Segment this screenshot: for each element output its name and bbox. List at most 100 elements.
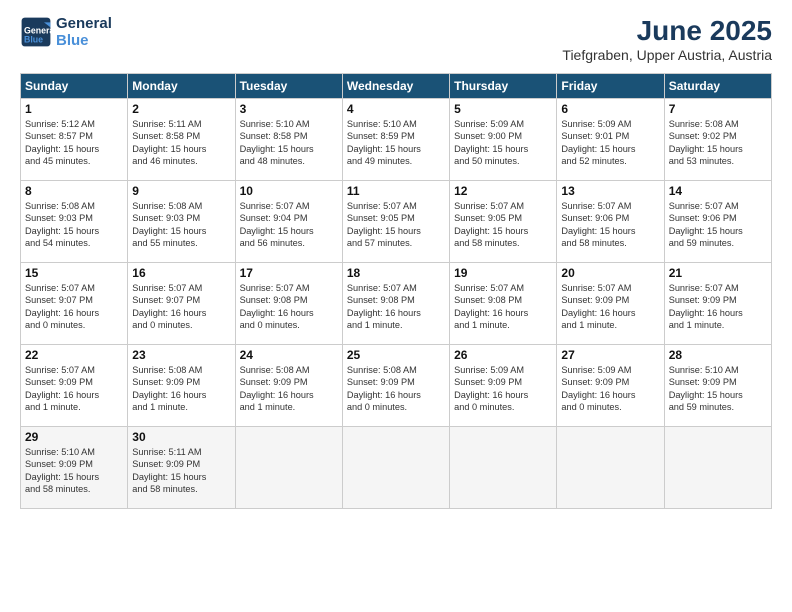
day-number: 3 bbox=[240, 102, 338, 116]
calendar-cell: 24Sunrise: 5:08 AMSunset: 9:09 PMDayligh… bbox=[235, 345, 342, 427]
day-info: Sunrise: 5:09 AMSunset: 9:09 PMDaylight:… bbox=[561, 364, 659, 414]
calendar-cell: 5Sunrise: 5:09 AMSunset: 9:00 PMDaylight… bbox=[450, 99, 557, 181]
day-number: 11 bbox=[347, 184, 445, 198]
day-number: 14 bbox=[669, 184, 767, 198]
day-info: Sunrise: 5:08 AMSunset: 9:03 PMDaylight:… bbox=[25, 200, 123, 250]
calendar-cell: 25Sunrise: 5:08 AMSunset: 9:09 PMDayligh… bbox=[342, 345, 449, 427]
day-info: Sunrise: 5:08 AMSunset: 9:09 PMDaylight:… bbox=[240, 364, 338, 414]
calendar-cell: 9 Sunrise: 5:08 AMSunset: 9:03 PMDaylight… bbox=[128, 181, 235, 263]
calendar-cell: 10 Sunrise: 5:07 AMSunset: 9:04 PMDayligh… bbox=[235, 181, 342, 263]
day-number: 12 bbox=[454, 184, 552, 198]
calendar-cell: 15Sunrise: 5:07 AMSunset: 9:07 PMDayligh… bbox=[21, 263, 128, 345]
day-info: Sunrise: 5:08 AMSunset: 9:02 PMDaylight:… bbox=[669, 118, 767, 168]
calendar-cell: 16Sunrise: 5:07 AMSunset: 9:07 PMDayligh… bbox=[128, 263, 235, 345]
day-number: 23 bbox=[132, 348, 230, 362]
day-info: Sunrise: 5:12 AMSunset: 8:57 PMDaylight:… bbox=[25, 118, 123, 168]
day-info: Sunrise: 5:07 AMSunset: 9:08 PMDaylight:… bbox=[347, 282, 445, 332]
day-number: 6 bbox=[561, 102, 659, 116]
day-number: 17 bbox=[240, 266, 338, 280]
calendar-cell: 13Sunrise: 5:07 AMSunset: 9:06 PMDayligh… bbox=[557, 181, 664, 263]
title-block: June 2025 Tiefgraben, Upper Austria, Aus… bbox=[562, 15, 772, 63]
day-info: Sunrise: 5:07 AMSunset: 9:05 PMDaylight:… bbox=[454, 200, 552, 250]
location: Tiefgraben, Upper Austria, Austria bbox=[562, 47, 772, 63]
svg-text:Blue: Blue bbox=[24, 34, 43, 44]
calendar-cell: 30Sunrise: 5:11 AMSunset: 9:09 PMDayligh… bbox=[128, 427, 235, 509]
day-info: Sunrise: 5:07 AMSunset: 9:05 PMDaylight:… bbox=[347, 200, 445, 250]
calendar-cell bbox=[235, 427, 342, 509]
calendar-cell: 12 Sunrise: 5:07 AMSunset: 9:05 PMDayligh… bbox=[450, 181, 557, 263]
day-number: 10 bbox=[240, 184, 338, 198]
day-info: Sunrise: 5:08 AMSunset: 9:03 PMDaylight:… bbox=[132, 200, 230, 250]
day-number: 25 bbox=[347, 348, 445, 362]
calendar-cell: 3Sunrise: 5:10 AMSunset: 8:58 PMDaylight… bbox=[235, 99, 342, 181]
week-row-1: 1 Sunrise: 5:12 AMSunset: 8:57 PMDaylight… bbox=[21, 99, 772, 181]
day-info: Sunrise: 5:10 AMSunset: 8:59 PMDaylight:… bbox=[347, 118, 445, 168]
calendar-cell: 28 Sunrise: 5:10 AMSunset: 9:09 PMDayligh… bbox=[664, 345, 771, 427]
week-row-2: 8 Sunrise: 5:08 AMSunset: 9:03 PMDaylight… bbox=[21, 181, 772, 263]
logo-general: General bbox=[56, 15, 112, 32]
calendar-cell: 21 Sunrise: 5:07 AMSunset: 9:09 PMDayligh… bbox=[664, 263, 771, 345]
day-info: Sunrise: 5:07 AMSunset: 9:08 PMDaylight:… bbox=[240, 282, 338, 332]
calendar-cell: 2 Sunrise: 5:11 AMSunset: 8:58 PMDaylight… bbox=[128, 99, 235, 181]
week-row-5: 29 Sunrise: 5:10 AMSunset: 9:09 PMDayligh… bbox=[21, 427, 772, 509]
month-year: June 2025 bbox=[562, 15, 772, 47]
calendar: SundayMondayTuesdayWednesdayThursdayFrid… bbox=[20, 73, 772, 509]
calendar-body: 1 Sunrise: 5:12 AMSunset: 8:57 PMDaylight… bbox=[21, 99, 772, 509]
day-number: 13 bbox=[561, 184, 659, 198]
calendar-cell: 4 Sunrise: 5:10 AMSunset: 8:59 PMDaylight… bbox=[342, 99, 449, 181]
calendar-cell: 6Sunrise: 5:09 AMSunset: 9:01 PMDaylight… bbox=[557, 99, 664, 181]
weekday-wednesday: Wednesday bbox=[342, 74, 449, 99]
day-number: 8 bbox=[25, 184, 123, 198]
weekday-monday: Monday bbox=[128, 74, 235, 99]
logo-blue: Blue bbox=[56, 32, 112, 49]
calendar-cell: 11 Sunrise: 5:07 AMSunset: 9:05 PMDayligh… bbox=[342, 181, 449, 263]
day-number: 15 bbox=[25, 266, 123, 280]
day-info: Sunrise: 5:11 AMSunset: 8:58 PMDaylight:… bbox=[132, 118, 230, 168]
day-info: Sunrise: 5:07 AMSunset: 9:07 PMDaylight:… bbox=[132, 282, 230, 332]
week-row-4: 22Sunrise: 5:07 AMSunset: 9:09 PMDayligh… bbox=[21, 345, 772, 427]
day-info: Sunrise: 5:07 AMSunset: 9:06 PMDaylight:… bbox=[669, 200, 767, 250]
day-info: Sunrise: 5:07 AMSunset: 9:08 PMDaylight:… bbox=[454, 282, 552, 332]
calendar-cell: 26 Sunrise: 5:09 AMSunset: 9:09 PMDayligh… bbox=[450, 345, 557, 427]
logo-icon: General Blue bbox=[20, 16, 52, 48]
day-number: 7 bbox=[669, 102, 767, 116]
day-number: 9 bbox=[132, 184, 230, 198]
day-number: 20 bbox=[561, 266, 659, 280]
day-number: 1 bbox=[25, 102, 123, 116]
day-number: 4 bbox=[347, 102, 445, 116]
day-number: 19 bbox=[454, 266, 552, 280]
calendar-cell: 29 Sunrise: 5:10 AMSunset: 9:09 PMDayligh… bbox=[21, 427, 128, 509]
day-info: Sunrise: 5:07 AMSunset: 9:09 PMDaylight:… bbox=[561, 282, 659, 332]
calendar-cell: 23 Sunrise: 5:08 AMSunset: 9:09 PMDayligh… bbox=[128, 345, 235, 427]
calendar-cell bbox=[664, 427, 771, 509]
day-info: Sunrise: 5:08 AMSunset: 9:09 PMDaylight:… bbox=[132, 364, 230, 414]
day-info: Sunrise: 5:10 AMSunset: 9:09 PMDaylight:… bbox=[25, 446, 123, 496]
header: General Blue General Blue June 2025 Tief… bbox=[20, 15, 772, 63]
page: General Blue General Blue June 2025 Tief… bbox=[0, 0, 792, 612]
calendar-cell bbox=[342, 427, 449, 509]
day-number: 29 bbox=[25, 430, 123, 444]
calendar-cell: 1 Sunrise: 5:12 AMSunset: 8:57 PMDaylight… bbox=[21, 99, 128, 181]
day-info: Sunrise: 5:09 AMSunset: 9:09 PMDaylight:… bbox=[454, 364, 552, 414]
day-info: Sunrise: 5:07 AMSunset: 9:09 PMDaylight:… bbox=[669, 282, 767, 332]
calendar-cell: 20 Sunrise: 5:07 AMSunset: 9:09 PMDayligh… bbox=[557, 263, 664, 345]
calendar-cell: 17 Sunrise: 5:07 AMSunset: 9:08 PMDayligh… bbox=[235, 263, 342, 345]
day-number: 21 bbox=[669, 266, 767, 280]
day-info: Sunrise: 5:10 AMSunset: 9:09 PMDaylight:… bbox=[669, 364, 767, 414]
day-number: 18 bbox=[347, 266, 445, 280]
day-number: 28 bbox=[669, 348, 767, 362]
weekday-tuesday: Tuesday bbox=[235, 74, 342, 99]
weekday-saturday: Saturday bbox=[664, 74, 771, 99]
calendar-cell: 8 Sunrise: 5:08 AMSunset: 9:03 PMDaylight… bbox=[21, 181, 128, 263]
day-info: Sunrise: 5:09 AMSunset: 9:00 PMDaylight:… bbox=[454, 118, 552, 168]
day-number: 2 bbox=[132, 102, 230, 116]
day-number: 26 bbox=[454, 348, 552, 362]
logo: General Blue General Blue bbox=[20, 15, 112, 49]
calendar-cell bbox=[557, 427, 664, 509]
weekday-header-row: SundayMondayTuesdayWednesdayThursdayFrid… bbox=[21, 74, 772, 99]
week-row-3: 15 Sunrise: 5:07 AMSunset: 9:07 PMDayligh… bbox=[21, 263, 772, 345]
calendar-cell: 18 Sunrise: 5:07 AMSunset: 9:08 PMDayligh… bbox=[342, 263, 449, 345]
day-info: Sunrise: 5:07 AMSunset: 9:04 PMDaylight:… bbox=[240, 200, 338, 250]
weekday-sunday: Sunday bbox=[21, 74, 128, 99]
day-number: 22 bbox=[25, 348, 123, 362]
